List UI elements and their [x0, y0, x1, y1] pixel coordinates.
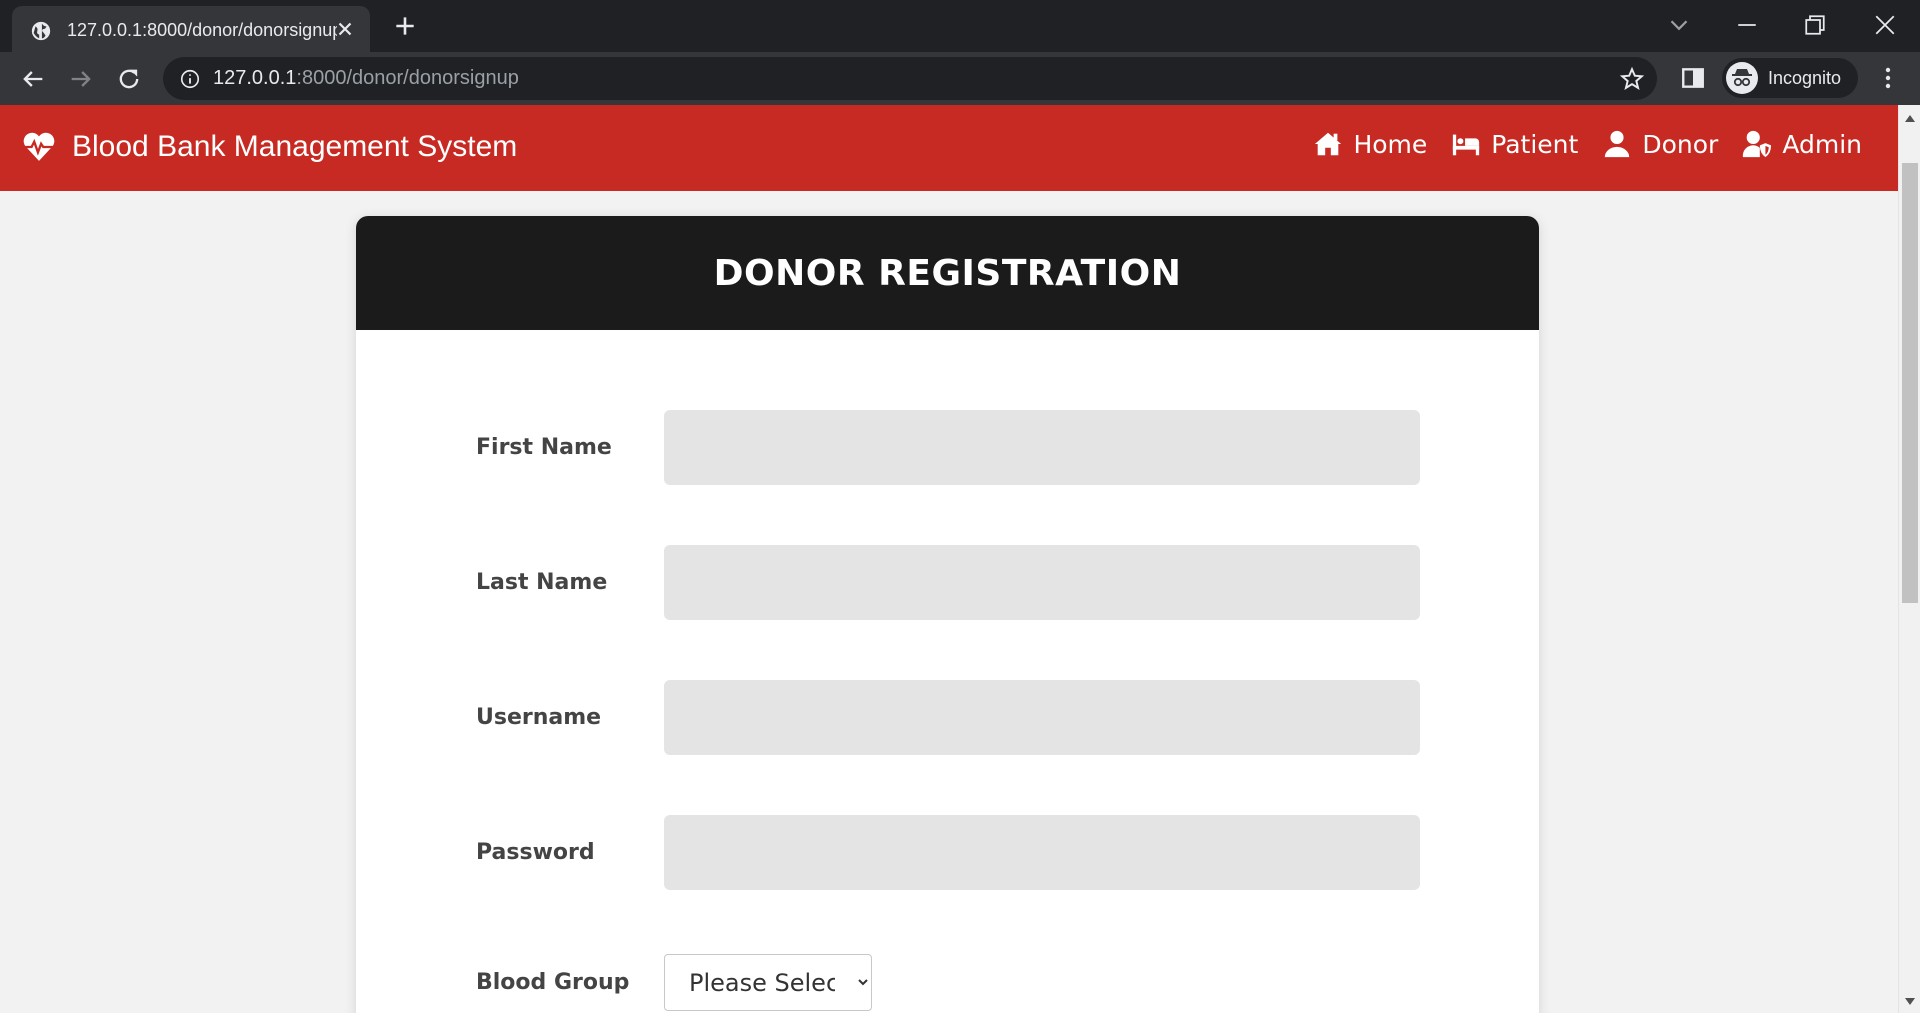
first-name-input[interactable]	[664, 410, 1420, 485]
url-host: 127.0.0.1	[213, 67, 297, 89]
scroll-up-icon[interactable]	[1904, 113, 1916, 123]
last-name-row: Last Name	[476, 545, 1420, 620]
password-label: Password	[476, 840, 595, 865]
last-name-input[interactable]	[664, 545, 1420, 620]
brand-title: Blood Bank Management System	[72, 130, 518, 163]
card-header: DONOR REGISTRATION	[356, 216, 1539, 330]
restore-icon[interactable]	[1800, 10, 1830, 40]
scrollbar-thumb[interactable]	[1902, 163, 1918, 603]
nav-donor-label: Donor	[1642, 129, 1719, 159]
nav-home-label: Home	[1353, 129, 1428, 159]
password-row: Password	[476, 815, 1420, 890]
blood-group-label: Blood Group	[476, 970, 630, 995]
blood-group-row: Blood Group Please Select	[476, 954, 872, 1011]
nav-admin[interactable]: Admin	[1742, 129, 1862, 159]
globe-icon	[31, 21, 51, 41]
heartbeat-icon	[23, 132, 55, 161]
site-navbar: Blood Bank Management System Home Patien	[0, 105, 1898, 191]
browser-toolbar: 127.0.0.1:8000/donor/donorsignup Incogni…	[0, 52, 1920, 105]
minimize-icon[interactable]	[1732, 10, 1762, 40]
username-label: Username	[476, 705, 602, 730]
nav-patient-label: Patient	[1491, 129, 1579, 159]
page-viewport: Blood Bank Management System Home Patien	[0, 105, 1898, 1013]
nav-links: Home Patient Donor Admin	[1289, 129, 1862, 159]
user-icon	[1605, 130, 1630, 158]
url-text: 127.0.0.1:8000/donor/donorsignup	[213, 67, 519, 90]
incognito-label: Incognito	[1768, 68, 1842, 88]
side-panel-icon[interactable]	[1680, 65, 1706, 91]
bed-icon	[1453, 134, 1480, 156]
incognito-badge[interactable]: Incognito	[1722, 58, 1858, 98]
plus-icon[interactable]	[392, 13, 418, 39]
tab-search-icon[interactable]	[1664, 10, 1694, 40]
window-close-icon[interactable]	[1870, 10, 1900, 40]
blood-group-select[interactable]: Please Select	[664, 954, 872, 1011]
tab-title: 127.0.0.1:8000/donor/donorsignup	[67, 20, 337, 40]
reload-icon[interactable]	[115, 65, 143, 93]
username-input[interactable]	[664, 680, 1420, 755]
nav-patient[interactable]: Patient	[1451, 129, 1578, 159]
back-arrow-icon[interactable]	[19, 65, 47, 93]
last-name-label: Last Name	[476, 570, 608, 595]
incognito-icon	[1726, 62, 1758, 94]
browser-tab-strip: 127.0.0.1:8000/donor/donorsignup	[0, 0, 1920, 52]
first-name-label: First Name	[476, 435, 612, 460]
first-name-row: First Name	[476, 410, 1420, 485]
info-icon[interactable]	[179, 68, 201, 90]
registration-card: DONOR REGISTRATION First Name Last Name …	[356, 216, 1539, 1013]
browser-tab[interactable]: 127.0.0.1:8000/donor/donorsignup	[12, 6, 370, 52]
scroll-down-icon[interactable]	[1904, 997, 1916, 1007]
address-bar[interactable]: 127.0.0.1:8000/donor/donorsignup	[163, 57, 1657, 100]
user-shield-icon	[1743, 130, 1772, 158]
username-row: Username	[476, 680, 1420, 755]
page-title: DONOR REGISTRATION	[713, 252, 1182, 294]
close-icon[interactable]	[334, 18, 356, 40]
password-input[interactable]	[664, 815, 1420, 890]
page-scrollbar[interactable]	[1898, 105, 1920, 1013]
forward-arrow-icon[interactable]	[67, 65, 95, 93]
home-icon	[1315, 132, 1342, 156]
brand[interactable]: Blood Bank Management System	[22, 127, 517, 167]
nav-home[interactable]: Home	[1313, 129, 1427, 159]
more-menu-icon[interactable]	[1876, 64, 1900, 92]
nav-admin-label: Admin	[1782, 129, 1862, 159]
nav-donor[interactable]: Donor	[1602, 129, 1718, 159]
url-path: :8000/donor/donorsignup	[296, 67, 519, 89]
bookmark-star-icon[interactable]	[1619, 66, 1645, 92]
